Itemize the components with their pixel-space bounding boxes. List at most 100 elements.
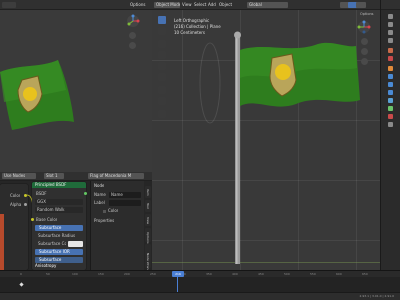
current-frame-indicator[interactable]: 216 xyxy=(172,271,184,277)
subsurface-ior-field[interactable]: Subsurface IOR xyxy=(35,249,83,255)
slot-dropdown[interactable]: Slot 1 xyxy=(44,173,64,179)
flag-object-left-view[interactable] xyxy=(0,58,80,138)
node-color-checkbox[interactable] xyxy=(103,210,106,213)
left-viewport[interactable]: Options xyxy=(0,0,152,172)
sidebar-tab-node-wrangler-label: Node Wrangler xyxy=(146,253,150,276)
node-name-label: Name xyxy=(94,192,106,197)
base-color-label: Base Color xyxy=(36,217,58,222)
move-tool[interactable] xyxy=(158,40,166,48)
distribution-dropdown[interactable]: GGX xyxy=(35,199,83,205)
subsurface-anisotropy-label: Subsurface Anisotropy xyxy=(35,257,62,268)
use-nodes-checkbox[interactable]: Use Nodes xyxy=(2,173,36,179)
zoom-icon[interactable] xyxy=(129,32,136,39)
sidebar-tab-item[interactable]: Item xyxy=(145,186,151,198)
frame-tick: 400 xyxy=(232,272,238,276)
editor-type-button[interactable] xyxy=(2,2,16,8)
node-editor-header: Use Nodes Slot 1 Flag of Macedonia M xyxy=(0,172,152,181)
camera-view-icon[interactable] xyxy=(361,58,368,65)
node-label-field[interactable] xyxy=(109,200,141,206)
subsurface-color-swatch[interactable] xyxy=(68,241,83,247)
pan-icon[interactable] xyxy=(129,42,136,49)
node-name-value: Name xyxy=(111,192,123,197)
main-zoom-icon[interactable] xyxy=(361,38,368,45)
sidebar-tab-view[interactable]: View xyxy=(145,214,151,226)
object-mode-dropdown[interactable]: Object Mode xyxy=(154,2,180,8)
object-menu[interactable]: Object xyxy=(217,2,233,8)
properties-header xyxy=(381,0,400,10)
frame-tick: 100 xyxy=(72,272,78,276)
node-editor[interactable]: Use Nodes Slot 1 Flag of Macedonia M Col… xyxy=(0,172,152,276)
scale-tool[interactable] xyxy=(158,62,166,70)
subsurface-method-dropdown[interactable]: Random Walk xyxy=(35,207,83,213)
output-properties-icon[interactable] xyxy=(388,30,393,35)
main-navigation-gizmo[interactable] xyxy=(357,20,371,34)
physics-properties-icon[interactable] xyxy=(388,90,393,95)
subsurface-radius-label: Subsurface Radius xyxy=(38,233,76,238)
options-button[interactable]: Options xyxy=(360,12,374,16)
material-selector[interactable]: Flag of Macedonia M xyxy=(88,173,144,179)
playhead-line xyxy=(177,277,178,293)
annotate-tool[interactable] xyxy=(158,86,166,94)
frame-tick: 500 xyxy=(284,272,290,276)
main-viewport[interactable]: Object Mode View Select Add Object Globa… xyxy=(152,0,380,270)
sidebar-tab-options[interactable]: Options xyxy=(145,228,151,244)
constraints-properties-icon[interactable] xyxy=(388,98,393,103)
frame-tick: 50 xyxy=(46,272,50,276)
transform-orientation-dropdown[interactable]: Global xyxy=(247,2,267,8)
rotate-tool[interactable] xyxy=(158,51,166,59)
texture-node[interactable]: Color Alpha xyxy=(0,184,28,270)
modifier-properties-icon[interactable] xyxy=(388,74,393,79)
frame-tick: 350 xyxy=(206,272,212,276)
frame-tick: 200 xyxy=(124,272,130,276)
subsurface-color-label: Subsurface Co... xyxy=(38,241,66,246)
alpha-output-label: Alpha xyxy=(10,202,22,207)
keyframe-diamond[interactable] xyxy=(19,282,24,287)
node-sidebar[interactable]: Node Name Name Label Color Properties xyxy=(90,181,144,270)
main-viewport-header: Object Mode View Select Add Object Globa… xyxy=(152,0,380,10)
left-viewport-options-menu[interactable]: Options xyxy=(128,2,152,8)
scene-properties-icon[interactable] xyxy=(388,48,393,53)
subsurface-anisotropy-field[interactable]: Subsurface Anisotropy xyxy=(35,257,83,268)
properties-editor[interactable] xyxy=(380,0,400,270)
data-properties-icon[interactable] xyxy=(388,106,393,111)
node-name-field[interactable]: Name xyxy=(109,192,141,198)
color-output-label: Color xyxy=(10,193,21,198)
frame-tick: 550 xyxy=(310,272,316,276)
sidebar-tab-node-wrangler[interactable]: Node Wrangler xyxy=(145,244,151,276)
main-pan-icon[interactable] xyxy=(361,48,368,55)
principled-bsdf-title: Principled BSDF xyxy=(32,182,86,188)
frame-tick: 150 xyxy=(98,272,104,276)
sidebar-tab-view-label: View xyxy=(146,217,150,225)
view-layer-properties-icon[interactable] xyxy=(388,38,393,43)
add-cube-tool[interactable] xyxy=(158,110,166,118)
frame-tick: 600 xyxy=(336,272,342,276)
base-color-socket[interactable] xyxy=(31,218,34,221)
subsurface-label: Subsurface xyxy=(39,225,62,230)
viewport-shading-rendered[interactable] xyxy=(356,2,366,8)
frame-tick: 250 xyxy=(150,272,156,276)
timeline-ruler[interactable]: 0 50 100 150 200 250 300 350 400 450 500… xyxy=(0,271,400,277)
render-properties-icon[interactable] xyxy=(388,22,393,27)
navigation-gizmo[interactable] xyxy=(126,14,140,28)
cursor-tool[interactable] xyxy=(158,27,166,35)
timeline[interactable]: 0 50 100 150 200 250 300 350 400 450 500… xyxy=(0,270,400,293)
tool-properties-icon[interactable] xyxy=(388,14,393,19)
proportional-toggle[interactable] xyxy=(276,2,288,8)
sidebar-tab-item-label: Item xyxy=(146,189,150,196)
object-properties-icon[interactable] xyxy=(388,66,393,71)
subsurface-ior-label: Subsurface IOR xyxy=(39,249,70,254)
select-box-tool[interactable] xyxy=(158,16,166,24)
principled-bsdf-node[interactable]: Principled BSDF BSDF GGX Random Walk Bas… xyxy=(31,182,87,270)
sidebar-tab-tool[interactable]: Tool xyxy=(145,200,151,212)
bsdf-output-socket[interactable] xyxy=(84,192,87,195)
world-properties-icon[interactable] xyxy=(388,56,393,61)
sidebar-tab-options-label: Options xyxy=(146,232,150,244)
subsurface-field[interactable]: Subsurface xyxy=(35,225,83,231)
particles-properties-icon[interactable] xyxy=(388,82,393,87)
measure-tool[interactable] xyxy=(158,97,166,105)
sidebar-tab-tool-label: Tool xyxy=(146,203,150,209)
texture-properties-icon[interactable] xyxy=(388,122,393,127)
flag-object[interactable] xyxy=(192,28,372,268)
transform-tool[interactable] xyxy=(158,73,166,81)
material-properties-icon[interactable] xyxy=(388,114,393,119)
